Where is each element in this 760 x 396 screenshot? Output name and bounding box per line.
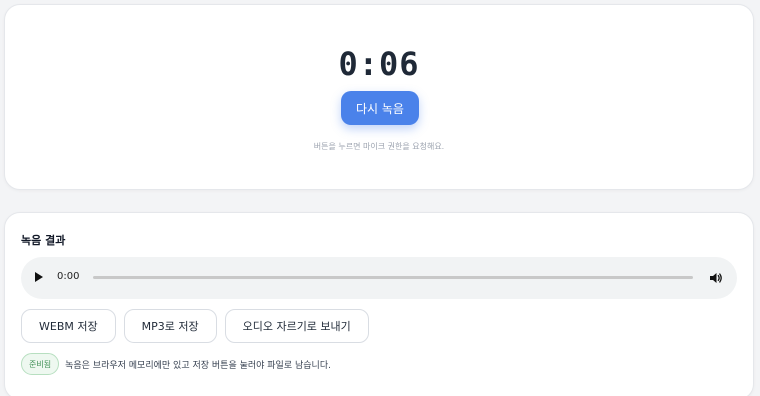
player-progress-bar[interactable]: [93, 276, 693, 279]
save-webm-button[interactable]: WEBM 저장: [21, 309, 116, 343]
volume-icon[interactable]: [709, 270, 723, 284]
mic-permission-hint: 버튼을 누르면 마이크 권한을 요청해요.: [313, 142, 445, 151]
save-mp3-button[interactable]: MP3로 저장: [123, 309, 217, 343]
audio-player: 0:00: [21, 257, 737, 299]
status-badge: 준비됨: [21, 353, 60, 375]
save-actions: WEBM 저장 MP3로 저장 오디오 자르기로 보내기: [21, 309, 369, 343]
result-card: 녹음 결과 0:00 WEBM 저장 MP3로 저장 오디오 자르기로 보내기 …: [4, 212, 754, 396]
player-current-time: 0:00: [57, 271, 80, 282]
play-icon[interactable]: [35, 272, 43, 282]
recorder-card: 0:06 다시 녹음 버튼을 누르면 마이크 권한을 요청해요.: [4, 4, 754, 190]
send-to-trimmer-button[interactable]: 오디오 자르기로 보내기: [224, 309, 369, 343]
status-message: 녹음은 브라우저 메모리에만 있고 저장 버튼을 눌러야 파일로 남습니다.: [65, 360, 331, 371]
recording-timer: 0:06: [338, 45, 420, 83]
status-row: 준비됨 녹음은 브라우저 메모리에만 있고 저장 버튼을 눌러야 파일로 남습니…: [21, 353, 331, 375]
result-title: 녹음 결과: [21, 234, 66, 247]
re-record-button[interactable]: 다시 녹음: [341, 91, 419, 125]
